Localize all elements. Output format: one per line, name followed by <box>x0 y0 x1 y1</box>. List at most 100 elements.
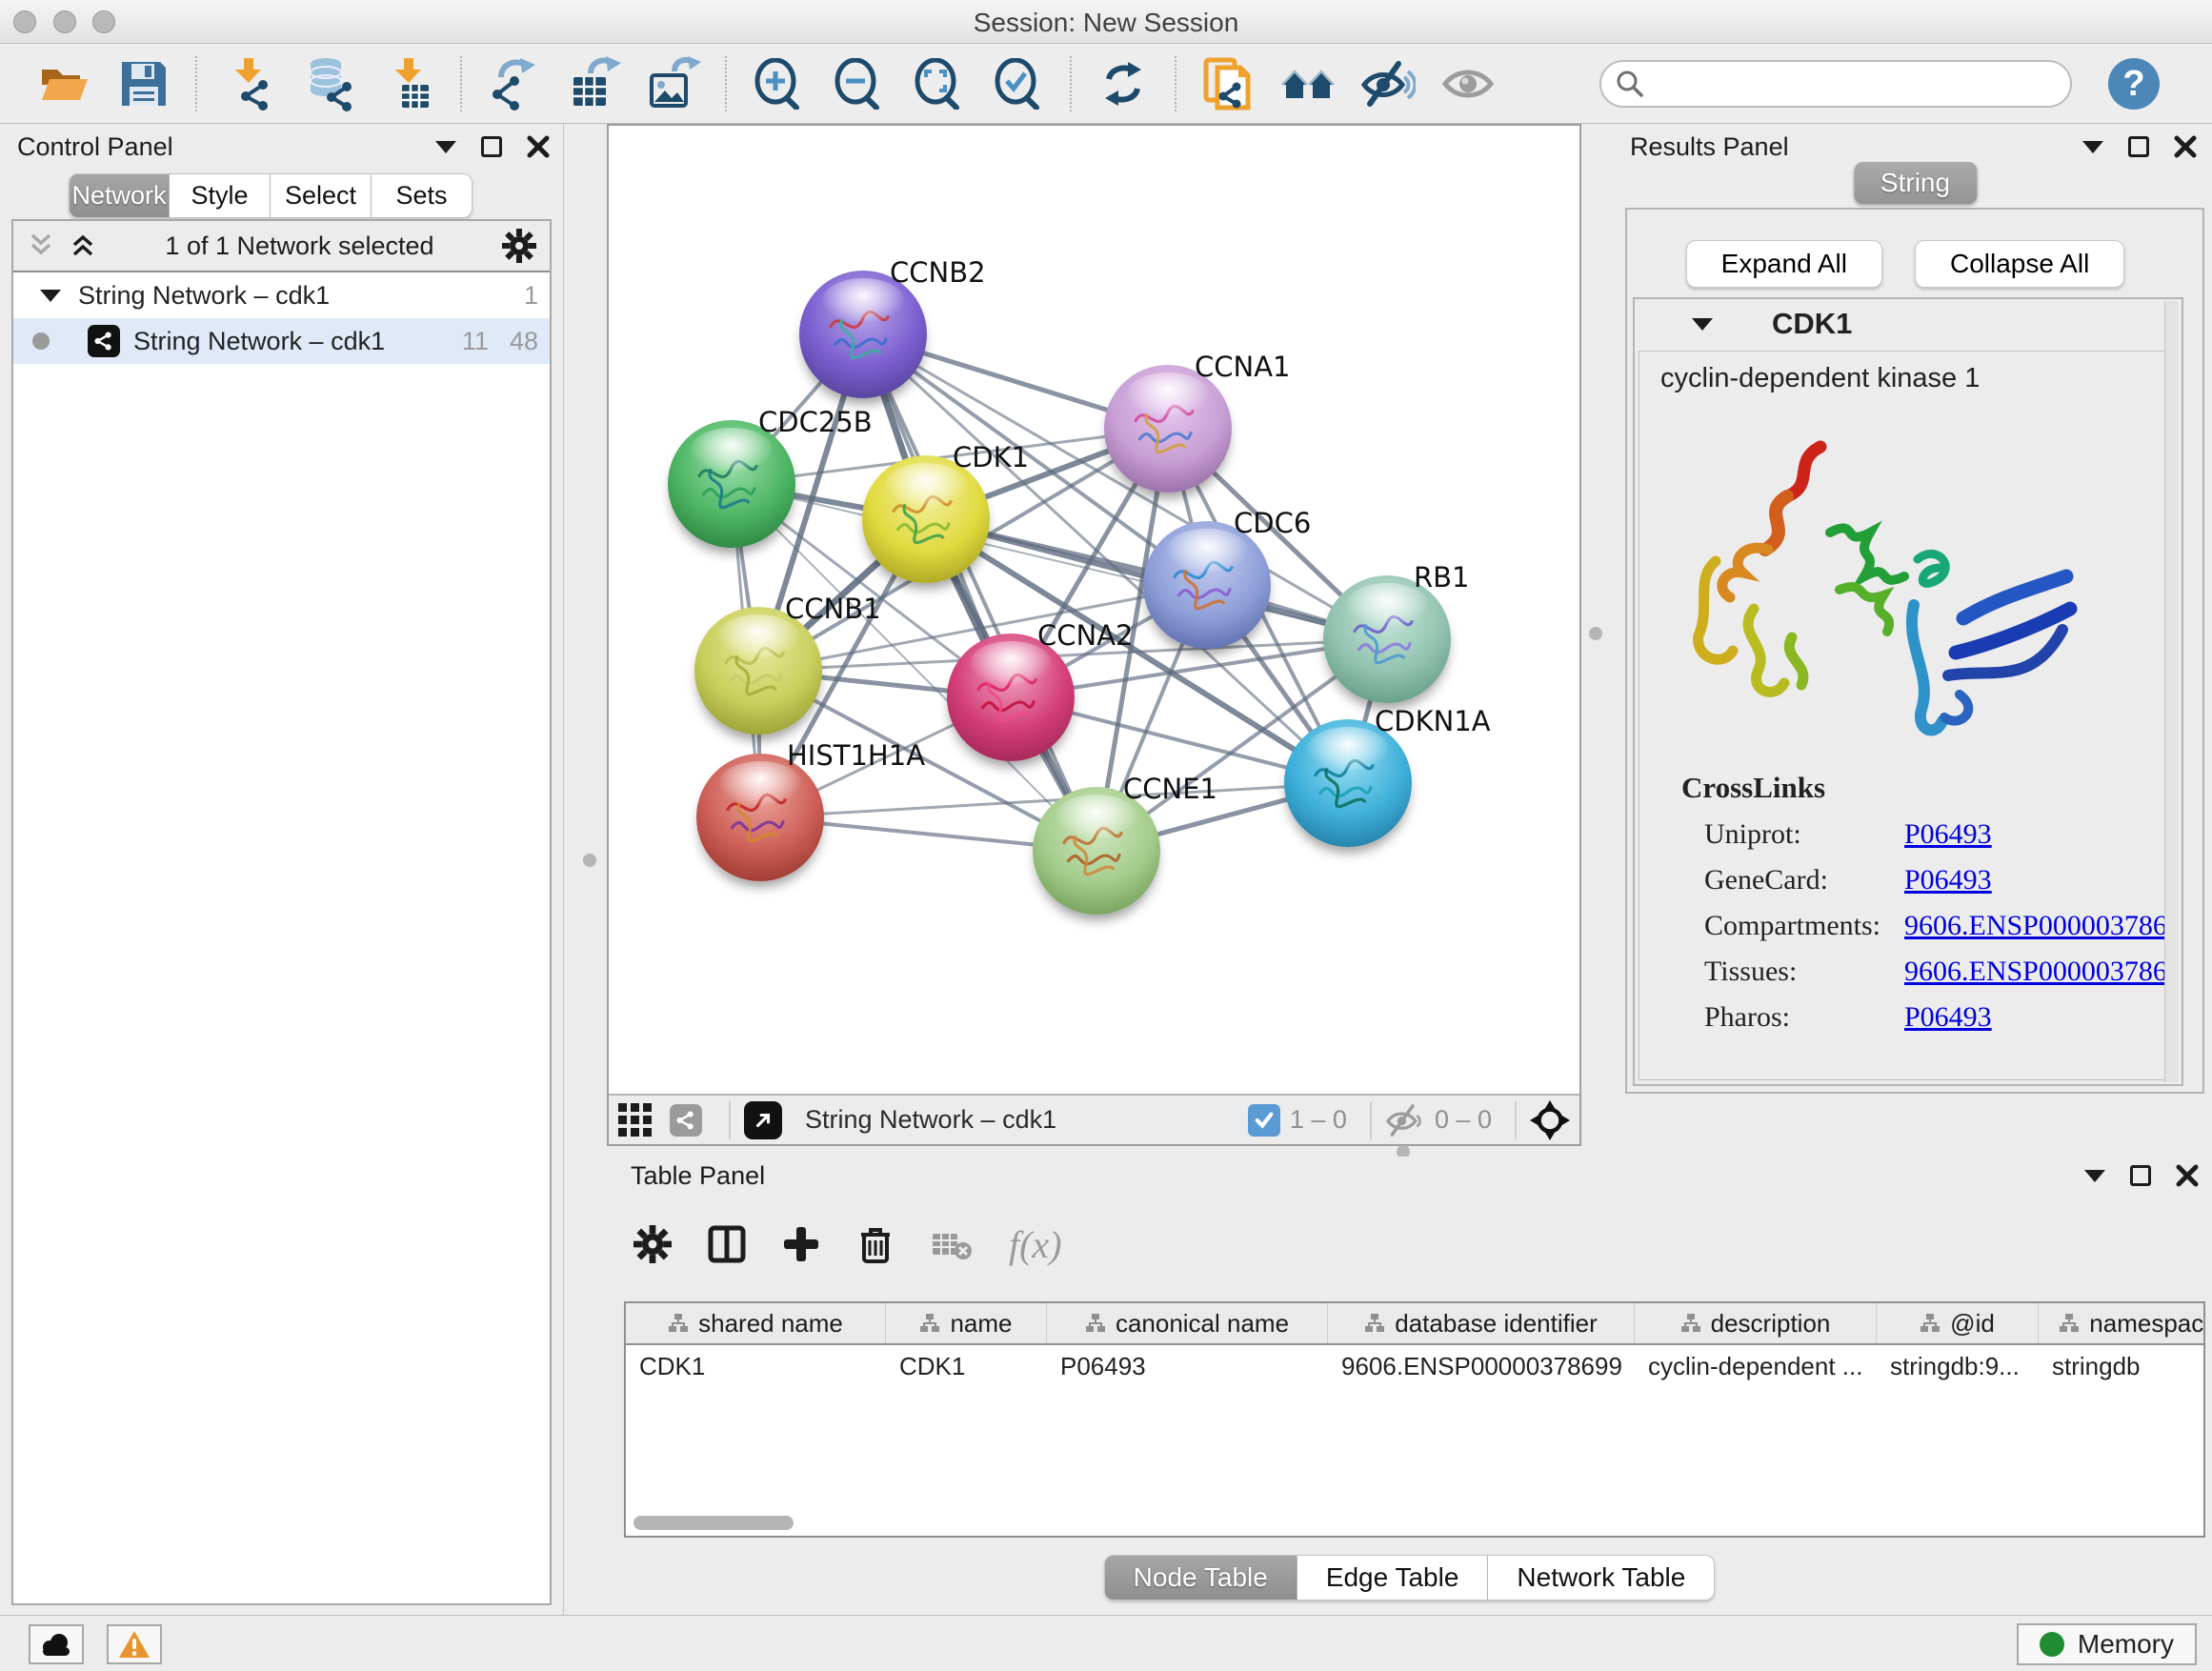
tab-style[interactable]: Style <box>170 173 271 218</box>
table-cell[interactable]: cyclin-dependent ... <box>1635 1345 1877 1387</box>
network-collection-row[interactable]: String Network – cdk1 1 <box>13 272 550 318</box>
table-row[interactable]: CDK1CDK1P064939606.ENSP00000378699cyclin… <box>626 1345 2203 1387</box>
column-header-namespace[interactable]: namespace <box>2039 1303 2205 1343</box>
tab-node-table[interactable]: Node Table <box>1104 1555 1297 1601</box>
gear-icon[interactable] <box>633 1225 672 1263</box>
panel-float-icon[interactable] <box>481 136 502 157</box>
left-splitter-handle[interactable] <box>583 854 596 867</box>
crosslink-link[interactable]: P06493 <box>1904 818 1992 851</box>
table-horizontal-scrollbar[interactable] <box>633 1516 794 1530</box>
column-header-name[interactable]: name <box>886 1303 1047 1343</box>
expand-all-icon[interactable] <box>69 230 97 262</box>
collapse-all-icon[interactable] <box>27 230 55 262</box>
edge-CCNB2-CCNE1[interactable] <box>863 334 1096 851</box>
import-network-database-button[interactable] <box>299 54 358 113</box>
selected-checkbox[interactable] <box>1248 1104 1280 1137</box>
node-CCNB1[interactable] <box>694 607 822 735</box>
tab-edge-table[interactable]: Edge Table <box>1297 1555 1489 1601</box>
crosslink-link[interactable]: P06493 <box>1904 1001 1992 1034</box>
warning-button[interactable] <box>107 1624 162 1664</box>
column-header-database-identifier[interactable]: database identifier <box>1328 1303 1635 1343</box>
hide-selected-button[interactable] <box>1358 54 1418 113</box>
node-CDK1[interactable] <box>862 455 990 583</box>
panel-menu-icon[interactable] <box>2082 141 2103 153</box>
results-scrollbar[interactable] <box>2164 301 2178 1082</box>
node-RB1[interactable] <box>1323 575 1451 703</box>
node-CDC25B[interactable] <box>668 420 795 548</box>
collection-count: 1 <box>524 281 538 311</box>
crosshair-icon[interactable] <box>1530 1100 1570 1140</box>
panel-close-icon[interactable] <box>527 135 550 158</box>
tab-string[interactable]: String <box>1854 162 1977 204</box>
export-network-button[interactable] <box>484 54 543 113</box>
zoom-selected-button[interactable] <box>989 54 1048 113</box>
collapse-all-button[interactable]: Collapse All <box>1915 240 2124 288</box>
show-all-button[interactable] <box>1438 54 1498 113</box>
column-tree-icon <box>1920 1313 1941 1334</box>
network-canvas[interactable]: CCNB2CCNA1CDC25BCDK1CDC6RB1CCNB1CCNA2CDK… <box>609 126 1579 1094</box>
network-row[interactable]: String Network – cdk1 11 48 <box>13 318 550 364</box>
tab-network-table[interactable]: Network Table <box>1488 1555 1715 1601</box>
table-cell[interactable]: 9606.ENSP00000378699 <box>1328 1345 1635 1387</box>
table-cell[interactable]: CDK1 <box>626 1345 886 1387</box>
table-cell[interactable]: stringdb:9... <box>1877 1345 2039 1387</box>
column-tree-icon <box>1364 1313 1385 1334</box>
grid-view-icon[interactable] <box>618 1103 653 1137</box>
node-CCNA2[interactable] <box>947 634 1075 761</box>
import-network-file-button[interactable] <box>219 54 278 113</box>
import-table-file-button[interactable] <box>379 54 438 113</box>
right-splitter-handle[interactable] <box>1589 627 1602 640</box>
zoom-out-button[interactable] <box>829 54 888 113</box>
zoom-in-button[interactable] <box>749 54 808 113</box>
tab-sets[interactable]: Sets <box>372 173 473 218</box>
gear-icon[interactable] <box>502 229 536 263</box>
table-cell[interactable]: CDK1 <box>886 1345 1047 1387</box>
node-HIST1H1A[interactable] <box>696 754 824 881</box>
crosslink-link[interactable]: 9606.ENSP00000378699 <box>1904 910 2178 942</box>
panel-float-icon[interactable] <box>2128 136 2149 157</box>
table-cell[interactable]: P06493 <box>1047 1345 1328 1387</box>
collection-expand-icon[interactable] <box>40 290 61 302</box>
save-session-button[interactable] <box>114 54 173 113</box>
node-CCNE1[interactable] <box>1033 787 1160 915</box>
open-in-window-icon[interactable] <box>744 1101 782 1139</box>
panel-menu-icon[interactable] <box>435 141 456 153</box>
column-header-description[interactable]: description <box>1635 1303 1877 1343</box>
crosslink-link[interactable]: P06493 <box>1904 864 1992 896</box>
protein-card-header[interactable]: CDK1 <box>1635 299 2182 349</box>
column-header-label: canonical name <box>1116 1309 1289 1339</box>
delete-column-icon[interactable] <box>856 1225 895 1263</box>
node-CDKN1A[interactable] <box>1284 719 1412 847</box>
table-cell[interactable]: stringdb <box>2039 1345 2205 1387</box>
panel-close-icon[interactable] <box>2176 1164 2199 1187</box>
protein-collapse-icon[interactable] <box>1692 318 1713 331</box>
crosslink-link[interactable]: 9606.ENSP00000378699 <box>1904 956 2178 988</box>
memory-button[interactable]: Memory <box>2017 1623 2197 1665</box>
node-CDC6[interactable] <box>1143 521 1271 649</box>
help-button[interactable]: ? <box>2108 58 2160 110</box>
node-CCNB2[interactable] <box>799 271 927 398</box>
export-image-button[interactable] <box>644 54 703 113</box>
clone-network-button[interactable] <box>1198 54 1257 113</box>
export-table-button[interactable] <box>564 54 623 113</box>
expand-all-button[interactable]: Expand All <box>1686 240 1882 288</box>
column-header-@id[interactable]: @id <box>1877 1303 2039 1343</box>
column-header-canonical-name[interactable]: canonical name <box>1047 1303 1328 1343</box>
string-home-button[interactable] <box>1278 54 1337 113</box>
search-input[interactable] <box>1645 70 2045 99</box>
add-column-icon[interactable] <box>782 1225 820 1263</box>
panel-close-icon[interactable] <box>2174 135 2197 158</box>
tab-network[interactable]: Network <box>69 173 170 218</box>
panel-float-icon[interactable] <box>2130 1165 2151 1186</box>
node-CCNA1[interactable] <box>1104 365 1232 493</box>
column-header-shared-name[interactable]: shared name <box>626 1303 886 1343</box>
cloud-button[interactable] <box>29 1624 84 1664</box>
panel-menu-icon[interactable] <box>2084 1170 2105 1182</box>
fit-content-button[interactable] <box>909 54 968 113</box>
show-columns-icon[interactable] <box>708 1225 746 1263</box>
network-view-share-icon[interactable] <box>670 1104 702 1137</box>
tab-select[interactable]: Select <box>271 173 372 218</box>
apply-layout-button[interactable] <box>1094 54 1153 113</box>
results-panel: Results Panel String Expand All Collapse… <box>1619 124 2212 1146</box>
open-session-button[interactable] <box>34 54 93 113</box>
